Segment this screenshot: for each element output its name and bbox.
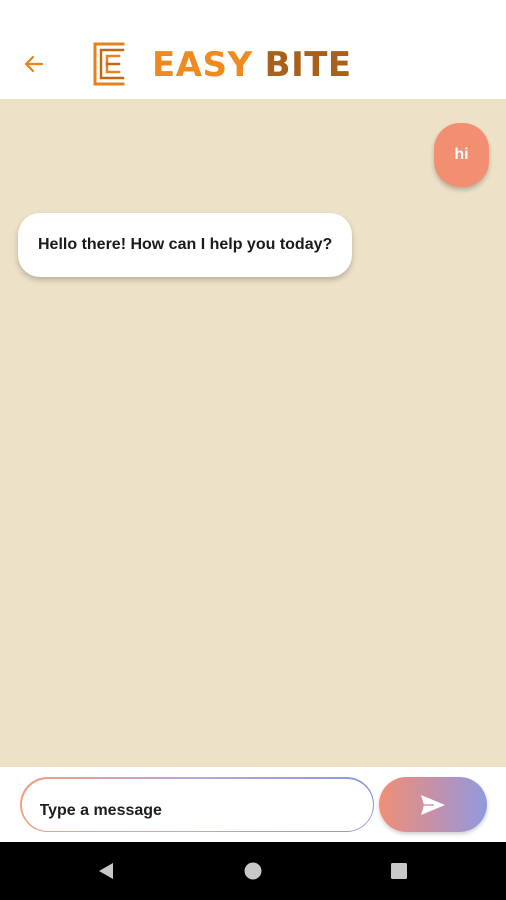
app-bar: EASY BITE: [0, 0, 506, 99]
system-back-button[interactable]: [95, 860, 117, 882]
message-input-frame: [20, 777, 374, 832]
easy-bite-logo-icon: [93, 42, 125, 86]
system-home-button[interactable]: [242, 860, 264, 882]
back-button[interactable]: [16, 48, 52, 80]
send-icon: [421, 794, 445, 815]
send-button[interactable]: [379, 777, 487, 832]
brand-title: EASY BITE: [152, 43, 352, 87]
message-input[interactable]: [37, 800, 373, 821]
chat-area[interactable]: hi Hello there! How can I help you today…: [0, 99, 506, 767]
brand-word-easy: EASY: [152, 45, 253, 85]
brand-word-bite: BITE: [264, 45, 352, 85]
triangle-back-icon: [99, 863, 113, 879]
message-composer: [0, 767, 506, 842]
message-input-container: [21, 778, 373, 831]
system-navigation-bar: [0, 842, 506, 900]
bot-message-bubble: Hello there! How can I help you today?: [18, 213, 353, 277]
system-recents-button[interactable]: [388, 860, 410, 882]
circle-home-icon: [244, 862, 262, 880]
user-message-bubble: hi: [434, 123, 489, 187]
square-recents-icon: [391, 863, 407, 879]
arrow-left-icon: [24, 55, 44, 73]
